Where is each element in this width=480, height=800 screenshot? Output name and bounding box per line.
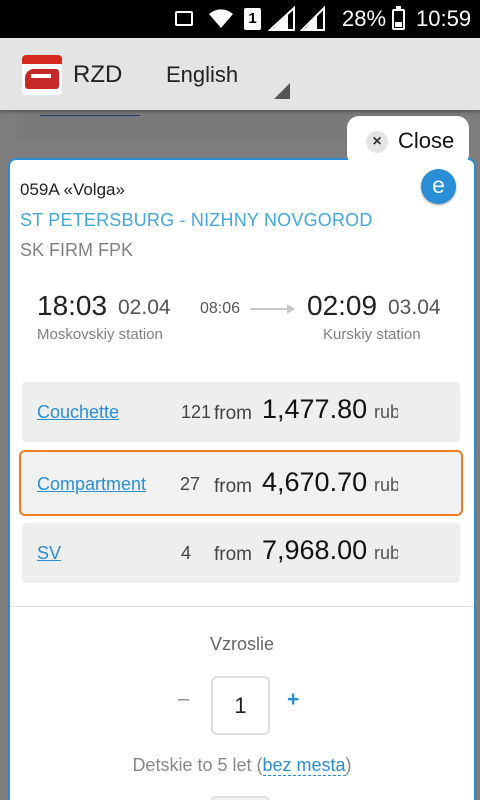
signal-strength-icon-2 [300,6,325,31]
battery-icon [392,6,405,30]
class-row-compartment[interactable]: Compartment 27 from 4,670.70 rub [19,450,463,516]
class-seats: 4 [181,543,192,563]
class-currency: rub [374,475,398,495]
departure-station: Moskovskiy station [37,326,163,343]
price-from-label: from [214,403,252,424]
class-row-couchette[interactable]: Couchette 121 from 1,477.80 rub [22,382,460,442]
arrival-date: 03.04 [388,296,441,319]
class-price: 1,477.80 [262,394,368,424]
class-row-sv[interactable]: SV 4 from 7,968.00 rub [22,523,460,583]
departure-date: 02.04 [118,296,171,319]
class-price: 4,670.70 [262,467,368,497]
status-bar: 1 28% 10:59 [0,0,480,38]
carrier: SK FIRM FPK [20,240,134,260]
class-link-couchette[interactable]: Couchette [37,402,119,423]
adults-label: Vzroslie [209,634,275,654]
class-seats: 27 [180,474,201,494]
adults-count-input[interactable]: 1 [211,676,270,735]
clock: 10:59 [416,6,472,31]
battery-percentage: 28% [342,6,387,31]
close-label: Close [398,128,455,153]
train-details-modal: 059A «Volga» e ST PETERSBURG - NIZHNY NO… [8,158,476,800]
route-title: ST PETERSBURG - NIZHNY NOVGOROD [20,210,373,230]
children-label: Detskie to 5 let (bez mesta) [10,755,474,776]
class-link-compartment[interactable]: Compartment [37,474,146,495]
price-from-label: from [214,544,252,565]
arrival-time: 02:09 [307,290,378,321]
arrow-right-icon [250,304,295,314]
train-number: 059A «Volga» [20,180,125,199]
divider [10,606,474,607]
signal-strength-icon [268,6,295,31]
class-price: 7,968.00 [262,535,368,565]
app-title: RZD [73,61,123,88]
e-ticket-icon[interactable]: e [421,169,456,204]
arrival-station: Kurskiy station [323,326,421,343]
app-header: RZD English [0,38,480,110]
class-currency: rub [374,402,398,422]
trip-duration: 08:06 [200,300,241,317]
price-from-label: from [214,476,252,497]
adults-decrement-button[interactable]: – [178,688,189,711]
close-button[interactable]: × Close [347,116,469,166]
children-count-input[interactable] [210,796,270,800]
wifi-icon [209,9,233,28]
departure-time: 18:03 [37,290,108,321]
children-label-close: ) [345,755,352,775]
close-icon: × [366,131,388,153]
cast-icon [175,11,193,26]
no-seat-link[interactable]: bez mesta [262,755,346,776]
class-link-sv[interactable]: SV [37,543,61,564]
language-label: English [166,62,239,87]
children-label-text: Detskie to 5 let ( [132,755,263,775]
class-currency: rub [374,543,398,563]
dropdown-corner-icon [274,83,290,99]
sim-icon: 1 [244,8,261,30]
class-seats: 121 [181,402,212,422]
rzd-logo-icon [22,55,62,95]
adults-increment-button[interactable]: + [287,688,299,712]
language-select[interactable]: English [152,55,292,101]
